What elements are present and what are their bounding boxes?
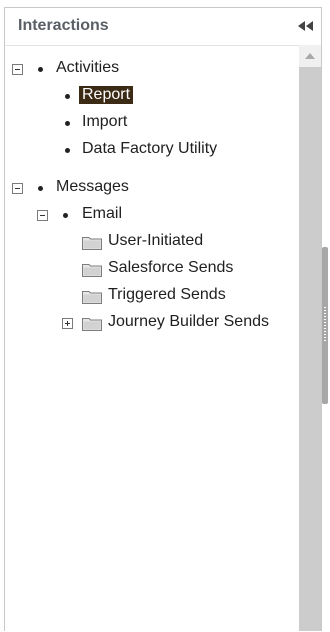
folder-icon <box>82 235 102 250</box>
tree-label-triggered-sends[interactable]: Triggered Sends <box>108 286 226 304</box>
tree-node-activities[interactable]: Activities <box>5 57 295 81</box>
panel-resize-handle[interactable] <box>322 247 328 404</box>
bullet-icon <box>38 67 43 72</box>
interactions-panel: Interactions Activities Report Import Da… <box>4 7 322 631</box>
bullet-icon <box>65 94 70 99</box>
collapse-messages-toggle[interactable] <box>12 183 23 194</box>
grip-icon <box>324 307 326 342</box>
tree-label-email[interactable]: Email <box>82 205 122 223</box>
expand-journey-builder-toggle[interactable] <box>62 318 73 329</box>
tree-node-messages[interactable]: Messages <box>5 176 295 200</box>
tree-node-salesforce-sends[interactable]: Salesforce Sends <box>5 257 295 281</box>
tree-label-salesforce-sends[interactable]: Salesforce Sends <box>108 259 233 277</box>
folder-icon <box>82 289 102 304</box>
tree-node-import[interactable]: Import <box>5 111 295 135</box>
collapse-email-toggle[interactable] <box>37 210 48 221</box>
tree-node-report[interactable]: Report <box>5 84 295 108</box>
panel-header: Interactions <box>5 8 321 46</box>
tree-label-user-initiated[interactable]: User-Initiated <box>108 232 203 250</box>
navigation-tree: Activities Report Import Data Factory Ut… <box>5 46 299 632</box>
vertical-scrollbar[interactable] <box>299 45 321 631</box>
tree-node-data-factory-utility[interactable]: Data Factory Utility <box>5 138 295 162</box>
scroll-up-arrow-icon[interactable] <box>299 45 321 67</box>
bullet-icon <box>65 148 70 153</box>
bullet-icon <box>65 121 70 126</box>
tree-label-messages[interactable]: Messages <box>56 178 129 196</box>
tree-node-email[interactable]: Email <box>5 203 295 227</box>
bullet-icon <box>63 213 68 218</box>
tree-label-activities[interactable]: Activities <box>56 59 119 77</box>
tree-node-triggered-sends[interactable]: Triggered Sends <box>5 284 295 308</box>
folder-icon <box>82 262 102 277</box>
bullet-icon <box>38 186 43 191</box>
tree-label-data-factory-utility[interactable]: Data Factory Utility <box>82 140 217 158</box>
tree-label-journey-builder-sends[interactable]: Journey Builder Sends <box>108 313 269 331</box>
collapse-activities-toggle[interactable] <box>12 64 23 75</box>
tree-node-user-initiated[interactable]: User-Initiated <box>5 230 295 254</box>
tree-label-import[interactable]: Import <box>82 113 127 131</box>
collapse-panel-icon[interactable] <box>295 16 317 36</box>
panel-title: Interactions <box>18 17 109 34</box>
tree-label-report[interactable]: Report <box>79 86 134 104</box>
folder-icon <box>82 316 102 331</box>
tree-node-journey-builder-sends[interactable]: Journey Builder Sends <box>5 311 295 335</box>
